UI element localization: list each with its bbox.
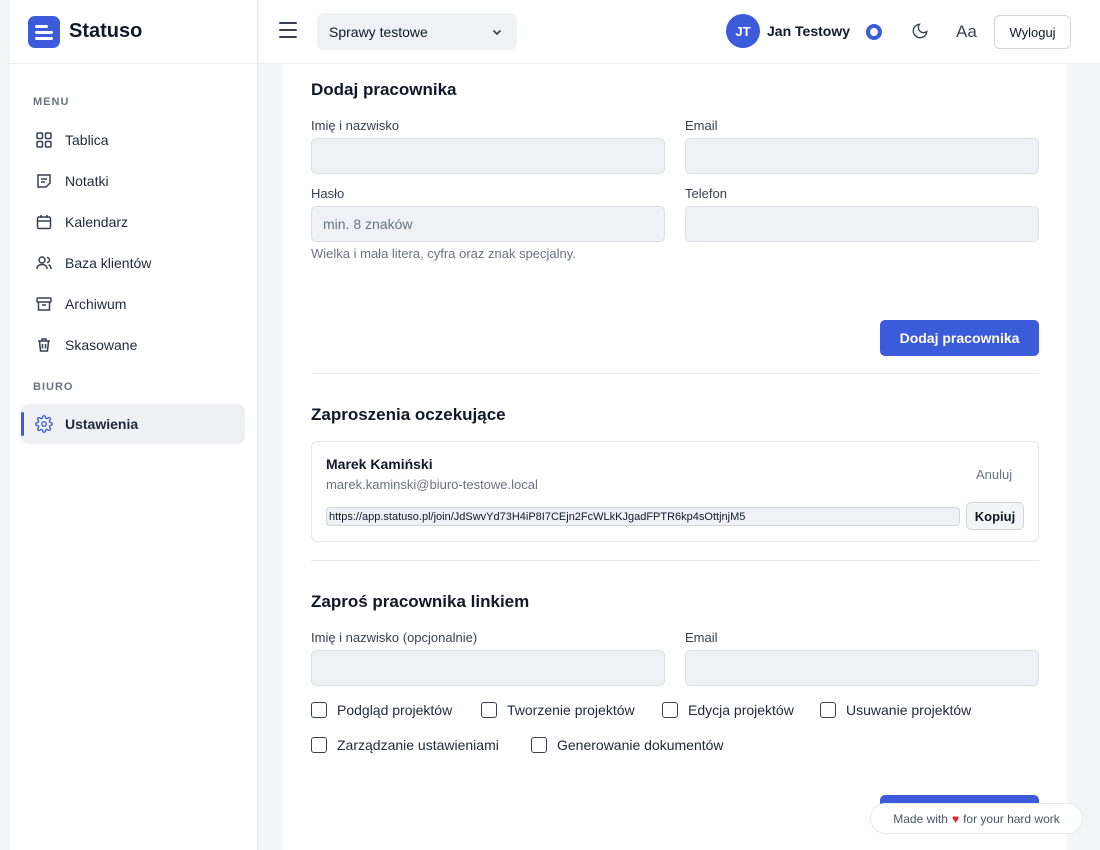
invite-name: Marek Kamiński <box>326 456 433 472</box>
case-select[interactable]: Sprawy testowe <box>317 13 517 50</box>
badge-suffix: for your hard work <box>963 811 1060 826</box>
hamburger-menu-icon[interactable] <box>279 22 297 40</box>
user-name[interactable]: Jan Testowy <box>767 23 850 39</box>
settings-card: Dodaj pracownika Imię i nazwisko Email H… <box>283 64 1067 850</box>
sidebar-item-baza-klientow[interactable]: Baza klientów <box>21 243 245 283</box>
checkbox-label: Edycja projektów <box>688 702 794 718</box>
permission-manage-settings[interactable]: Zarządzanie ustawieniami <box>311 737 499 753</box>
calendar-icon <box>35 213 53 231</box>
add-employee-title: Dodaj pracownika <box>311 80 457 99</box>
office-section-label: BIURO <box>33 381 74 393</box>
checkbox-label: Podgląd projektów <box>337 702 453 718</box>
phone-input[interactable] <box>685 206 1039 242</box>
copy-link-button[interactable]: Kopiuj <box>966 502 1024 530</box>
moon-icon[interactable] <box>911 22 929 40</box>
topbar: Sprawy testowe JT Jan Testowy Aa Wyloguj <box>259 0 1100 64</box>
app-logo[interactable]: Statuso <box>10 0 257 64</box>
permission-generate-documents[interactable]: Generowanie dokumentów <box>531 737 724 753</box>
grid-icon <box>35 131 53 149</box>
permission-view-projects[interactable]: Podgląd projektów <box>311 702 452 718</box>
divider <box>311 373 1039 374</box>
checkbox[interactable] <box>311 737 327 753</box>
permission-edit-projects[interactable]: Edycja projektów <box>662 702 794 718</box>
checkbox[interactable] <box>531 737 547 753</box>
email-input[interactable] <box>685 138 1039 174</box>
sidebar-item-skasowane[interactable]: Skasowane <box>21 325 245 365</box>
checkbox[interactable] <box>820 702 836 718</box>
divider <box>311 560 1039 561</box>
app-name: Statuso <box>69 20 143 42</box>
sidebar-item-label: Ustawienia <box>65 416 139 432</box>
logout-button[interactable]: Wyloguj <box>994 15 1071 49</box>
sidebar-item-label: Baza klientów <box>65 255 152 271</box>
sidebar-item-ustawienia[interactable]: Ustawienia <box>21 404 245 444</box>
note-icon <box>35 172 53 190</box>
sidebar-item-label: Kalendarz <box>65 214 129 230</box>
password-label: Hasło <box>311 186 345 201</box>
phone-label: Telefon <box>685 186 727 201</box>
gear-icon <box>35 415 53 433</box>
made-with-badge: Made with ♥ for your hard work <box>870 803 1083 834</box>
status-indicator-icon[interactable] <box>866 24 882 40</box>
invite-email: marek.kaminski@biuro-testowe.local <box>326 477 538 492</box>
sidebar-item-tablica[interactable]: Tablica <box>21 120 245 160</box>
checkbox-label: Tworzenie projektów <box>507 702 635 718</box>
checkbox[interactable] <box>481 702 497 718</box>
optional-name-input[interactable] <box>311 650 665 686</box>
case-select-value: Sprawy testowe <box>329 23 428 40</box>
menu-section-label: MENU <box>33 96 70 108</box>
users-icon <box>35 254 53 272</box>
chevron-down-icon <box>492 29 502 36</box>
checkbox-label: Generowanie dokumentów <box>557 737 724 753</box>
sidebar-item-label: Archiwum <box>65 296 127 312</box>
add-employee-button[interactable]: Dodaj pracownika <box>880 320 1039 356</box>
checkbox[interactable] <box>311 702 327 718</box>
sidebar-item-notatki[interactable]: Notatki <box>21 161 245 201</box>
heart-icon: ♥ <box>951 811 960 826</box>
pending-invites-title: Zaproszenia oczekujące <box>311 405 506 424</box>
checkbox-label: Zarządzanie ustawieniami <box>337 737 499 753</box>
name-input[interactable] <box>311 138 665 174</box>
sidebar-item-label: Skasowane <box>65 337 138 353</box>
optional-name-label: Imię i nazwisko (opcjonalnie) <box>311 630 478 645</box>
name-label: Imię i nazwisko <box>311 118 400 133</box>
password-input[interactable]: min. 8 znaków <box>311 206 665 242</box>
cancel-invite-button[interactable]: Anuluj <box>976 467 1012 482</box>
invite-email-label: Email <box>685 630 718 645</box>
sidebar-item-kalendarz[interactable]: Kalendarz <box>21 202 245 242</box>
invite-link-title: Zaproś pracownika linkiem <box>311 592 530 611</box>
password-hint: Wielka i mała litera, cyfra oraz znak sp… <box>311 246 576 261</box>
sidebar-item-archiwum[interactable]: Archiwum <box>21 284 245 324</box>
avatar[interactable]: JT <box>726 14 760 48</box>
permission-delete-projects[interactable]: Usuwanie projektów <box>820 702 971 718</box>
sidebar-item-label: Notatki <box>65 173 109 189</box>
checkbox[interactable] <box>662 702 678 718</box>
invite-link-field[interactable]: https://app.statuso.pl/join/JdSwvYd73H4i… <box>326 507 960 526</box>
invite-email-input[interactable] <box>685 650 1039 686</box>
sidebar: Statuso MENU Tablica Notatki Kalendarz B… <box>10 0 258 850</box>
checkbox-label: Usuwanie projektów <box>846 702 972 718</box>
invite-card: Marek Kamiński marek.kaminski@biuro-test… <box>311 441 1039 542</box>
archive-icon <box>35 295 53 313</box>
email-label: Email <box>685 118 718 133</box>
font-size-toggle[interactable]: Aa <box>956 22 977 42</box>
trash-icon <box>35 336 53 354</box>
badge-prefix: Made with <box>893 811 948 826</box>
logo-icon <box>28 15 60 48</box>
sidebar-item-label: Tablica <box>65 132 109 148</box>
permission-create-projects[interactable]: Tworzenie projektów <box>481 702 635 718</box>
